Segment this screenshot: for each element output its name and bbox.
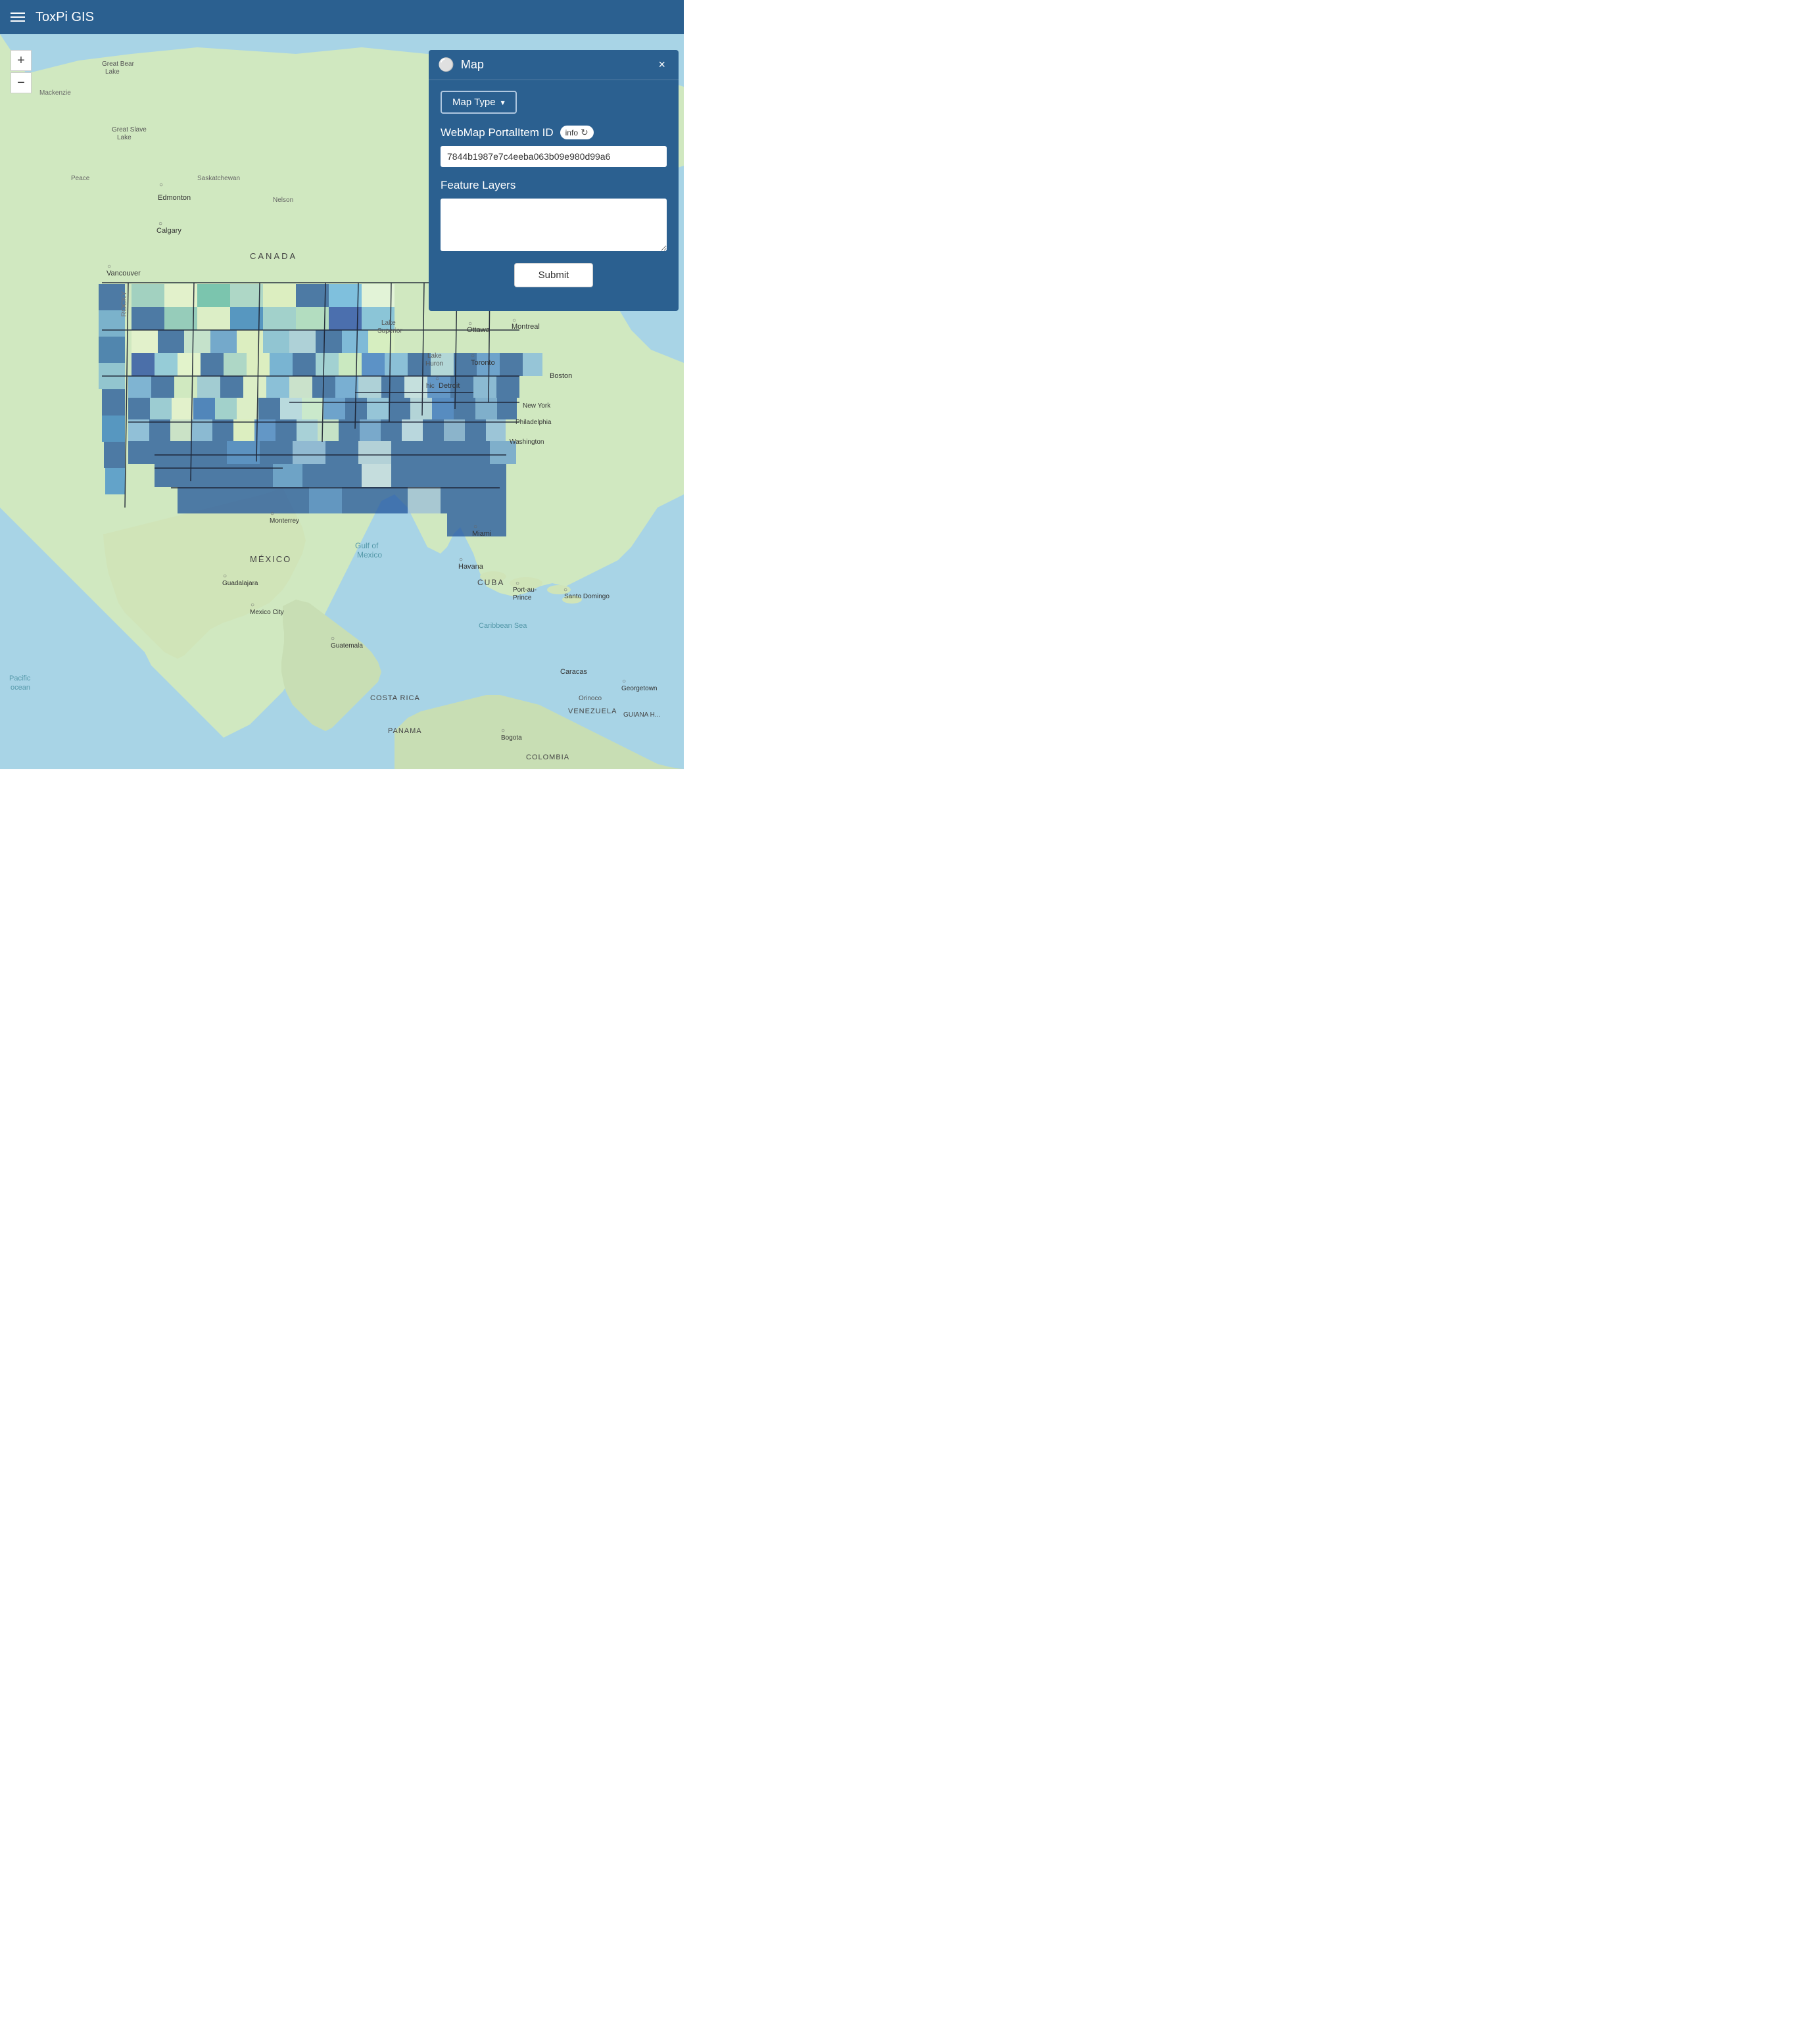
svg-text:Caribbean Sea: Caribbean Sea bbox=[479, 622, 527, 630]
submit-button[interactable]: Submit bbox=[514, 263, 594, 287]
svg-text:COLOMBIA: COLOMBIA bbox=[526, 753, 569, 761]
svg-text:○: ○ bbox=[251, 602, 254, 609]
svg-text:○: ○ bbox=[435, 375, 439, 383]
globe-icon: ⚪ bbox=[438, 57, 454, 73]
svg-text:Lake: Lake bbox=[381, 320, 396, 327]
svg-text:CANADA: CANADA bbox=[250, 251, 297, 261]
svg-text:○: ○ bbox=[515, 580, 519, 587]
svg-text:Philadelphia: Philadelphia bbox=[515, 419, 552, 426]
feature-layers-label: Feature Layers bbox=[441, 179, 667, 192]
svg-text:Port-au-: Port-au- bbox=[513, 586, 537, 594]
svg-text:Santo Domingo: Santo Domingo bbox=[564, 593, 610, 600]
svg-text:Nelson: Nelson bbox=[273, 197, 293, 204]
map-type-label: Map Type bbox=[452, 97, 496, 108]
svg-text:○: ○ bbox=[158, 220, 162, 227]
svg-text:Guadalajara: Guadalajara bbox=[222, 580, 258, 587]
map-container: Great Bear Lake Mackenzie Great Slave La… bbox=[0, 34, 684, 769]
svg-text:Prince: Prince bbox=[513, 594, 532, 602]
svg-text:Lake: Lake bbox=[427, 352, 442, 360]
svg-text:MÉXICO: MÉXICO bbox=[250, 554, 291, 564]
webmap-id-input[interactable] bbox=[441, 146, 667, 167]
svg-text:○: ○ bbox=[512, 317, 516, 324]
svg-text:Superior: Superior bbox=[377, 327, 402, 335]
svg-text:Lake: Lake bbox=[105, 68, 120, 76]
svg-text:hic: hic bbox=[426, 383, 435, 390]
svg-text:Caracas: Caracas bbox=[560, 668, 587, 676]
svg-text:Guatemala: Guatemala bbox=[331, 642, 363, 650]
svg-text:Washington: Washington bbox=[510, 439, 544, 446]
dropdown-caret-icon: ▾ bbox=[501, 98, 505, 107]
svg-text:○: ○ bbox=[107, 263, 111, 270]
svg-text:VENEZUELA: VENEZUELA bbox=[568, 707, 617, 715]
zoom-controls: + − bbox=[11, 50, 32, 93]
app-title: ToxPi GIS bbox=[36, 10, 94, 25]
svg-text:Bogota: Bogota bbox=[501, 734, 522, 742]
svg-text:Georgetown: Georgetown bbox=[621, 685, 657, 692]
svg-text:○: ○ bbox=[501, 727, 505, 734]
svg-text:Orinoco: Orinoco bbox=[579, 695, 602, 702]
map-panel: ⚪ Map × Map Type ▾ WebMap PortalItem ID … bbox=[429, 50, 679, 311]
svg-text:CUBA: CUBA bbox=[477, 578, 504, 587]
svg-text:○: ○ bbox=[459, 556, 463, 563]
info-badge[interactable]: info ↻ bbox=[560, 126, 594, 139]
svg-text:PANAMA: PANAMA bbox=[388, 727, 422, 735]
svg-text:Mackenzie: Mackenzie bbox=[39, 89, 71, 97]
svg-text:Great Slave: Great Slave bbox=[112, 126, 147, 133]
svg-text:Lake: Lake bbox=[117, 134, 132, 141]
svg-text:ROCKY: ROCKY bbox=[120, 291, 128, 317]
svg-text:Mexico: Mexico bbox=[357, 550, 382, 559]
svg-text:Detroit: Detroit bbox=[439, 382, 460, 390]
svg-text:○: ○ bbox=[159, 181, 163, 189]
svg-text:○: ○ bbox=[270, 510, 274, 517]
svg-text:GUIANA H...: GUIANA H... bbox=[623, 711, 660, 719]
map-type-button[interactable]: Map Type ▾ bbox=[441, 91, 517, 114]
svg-text:Miami: Miami bbox=[472, 530, 491, 538]
svg-text:Edmonton: Edmonton bbox=[158, 194, 191, 202]
svg-text:Huron: Huron bbox=[425, 360, 443, 368]
panel-close-button[interactable]: × bbox=[654, 57, 669, 73]
svg-text:Mexico City: Mexico City bbox=[250, 609, 284, 616]
navbar: ToxPi GIS bbox=[0, 0, 684, 34]
panel-body: Map Type ▾ WebMap PortalItem ID info ↻ F… bbox=[429, 80, 679, 298]
svg-text:New York: New York bbox=[523, 402, 551, 410]
panel-title: Map bbox=[461, 58, 648, 72]
svg-text:○: ○ bbox=[622, 678, 626, 685]
svg-text:○: ○ bbox=[473, 523, 477, 531]
svg-text:Saskatchewan: Saskatchewan bbox=[197, 175, 240, 182]
hamburger-menu[interactable] bbox=[11, 12, 25, 22]
svg-text:Vancouver: Vancouver bbox=[107, 270, 141, 277]
svg-text:COSTA RICA: COSTA RICA bbox=[370, 694, 420, 702]
feature-layers-input[interactable] bbox=[441, 199, 667, 251]
svg-text:○: ○ bbox=[471, 352, 475, 360]
zoom-out-button[interactable]: − bbox=[11, 72, 32, 93]
panel-header: ⚪ Map × bbox=[429, 50, 679, 80]
svg-text:Havana: Havana bbox=[458, 563, 484, 571]
svg-text:Calgary: Calgary bbox=[156, 227, 181, 235]
svg-text:○: ○ bbox=[468, 320, 472, 327]
svg-text:Monterrey: Monterrey bbox=[270, 517, 299, 525]
info-text: info bbox=[565, 128, 578, 137]
refresh-icon: ↻ bbox=[581, 127, 588, 138]
svg-text:Peace: Peace bbox=[71, 175, 90, 182]
webmap-label: WebMap PortalItem ID info ↻ bbox=[441, 126, 667, 139]
svg-text:Boston: Boston bbox=[550, 372, 572, 380]
zoom-in-button[interactable]: + bbox=[11, 50, 32, 71]
svg-text:○: ○ bbox=[563, 586, 567, 594]
svg-text:○: ○ bbox=[331, 635, 335, 642]
svg-text:ocean: ocean bbox=[11, 684, 30, 692]
svg-text:Great Bear: Great Bear bbox=[102, 60, 135, 68]
svg-text:Pacific: Pacific bbox=[9, 675, 31, 682]
svg-text:Toronto: Toronto bbox=[471, 359, 495, 367]
svg-text:○: ○ bbox=[223, 573, 227, 580]
svg-text:Gulf of: Gulf of bbox=[355, 541, 379, 550]
